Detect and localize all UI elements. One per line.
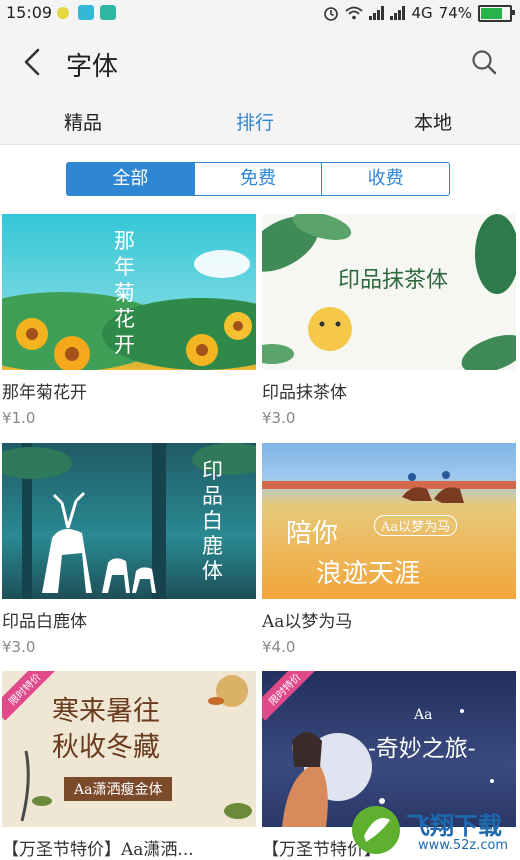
font-name: Aa以梦为马 [262,612,353,632]
font-name: 印品抹茶体 [262,383,347,403]
font-price: ¥4.0 [262,638,296,656]
cover-text-3: Aa潇洒瘦金体 [64,777,173,801]
alarm-icon [324,7,339,21]
filter-paid[interactable]: 收费 [321,163,449,195]
font-price: ¥3.0 [2,638,36,656]
font-card[interactable]: 印品抹茶体 印品抹茶体 ¥3.0 [262,214,516,427]
filter-all[interactable]: 全部 [67,163,194,195]
network-type: 4G [411,4,433,22]
status-bar: 15:09 4G 74% [0,0,520,26]
status-time: 15:09 [6,3,53,22]
font-cover-image: 陪你 Aa以梦为马 浪迹天涯 [262,443,516,599]
status-indicators: 4G 74% [323,3,515,23]
cover-text-1: 寒来暑往 [52,696,160,727]
scan-notification-icon [100,5,116,20]
price-filter: 全部 免费 收费 [66,162,450,196]
watermark-logo-icon [352,806,400,854]
wifi-icon [345,6,364,20]
back-arrow-icon[interactable] [18,44,48,80]
font-name: 印品白鹿体 [2,612,87,632]
font-cover-image: 那年菊花开 [2,214,256,370]
cover-text-3: 浪迹天涯 [316,559,421,589]
font-name: 【万圣节特价】Aa潇洒... [2,840,194,860]
title-bar: 字体 [0,26,520,100]
battery-icon [478,4,515,22]
watermark-url: www.52z.com [418,838,509,853]
font-card[interactable]: 那年菊花开 那年菊花开 ¥1.0 [2,214,256,427]
font-price: ¥3.0 [262,409,296,427]
font-card[interactable]: 印品白鹿体 印品白鹿体 ¥3.0 [2,443,256,656]
cover-text-2: 秋收冬藏 [52,732,160,763]
font-cover-image: 印品白鹿体 [2,443,256,599]
font-cover-image: 限时特价 寒来暑往 秋收冬藏 Aa潇洒瘦金体 [2,671,256,827]
font-card[interactable]: 限时特价 寒来暑往 秋收冬藏 Aa潇洒瘦金体 【万圣节特价】Aa潇洒... [2,671,256,860]
battery-percent: 74% [438,4,472,22]
cover-title: 印品白鹿体 [202,459,223,583]
cover-text-1: 陪你 [286,519,339,549]
cover-title: 印品抹茶体 [338,268,449,293]
search-icon[interactable] [470,48,498,76]
tab-ranking[interactable]: 排行 [236,108,274,135]
signal-strength-icon [369,6,385,20]
tab-featured[interactable]: 精品 [64,108,102,135]
page-title: 字体 [66,52,119,82]
watermark-text: 飞翔下载 [406,812,502,840]
font-card[interactable]: 陪你 Aa以梦为马 浪迹天涯 Aa以梦为马 ¥4.0 [262,443,516,656]
cover-text-2: Aa以梦为马 [374,515,458,536]
category-tabs: 精品 排行 本地 [0,100,520,145]
app-notification-icon [78,5,94,20]
font-price: ¥1.0 [2,409,36,427]
cover-title: 那年菊花开 [114,229,135,357]
cover-text-1: Aa [414,707,433,723]
notification-dot-icon [57,7,69,19]
signal-strength-2-icon [390,6,406,20]
cover-text-2: -奇妙之旅- [368,736,476,762]
tab-local[interactable]: 本地 [414,108,452,135]
filter-free[interactable]: 免费 [193,163,322,195]
watermark: 飞翔下载 www.52z.com [348,802,516,858]
font-name: 那年菊花开 [2,383,87,403]
font-cover-image: 印品抹茶体 [262,214,516,370]
